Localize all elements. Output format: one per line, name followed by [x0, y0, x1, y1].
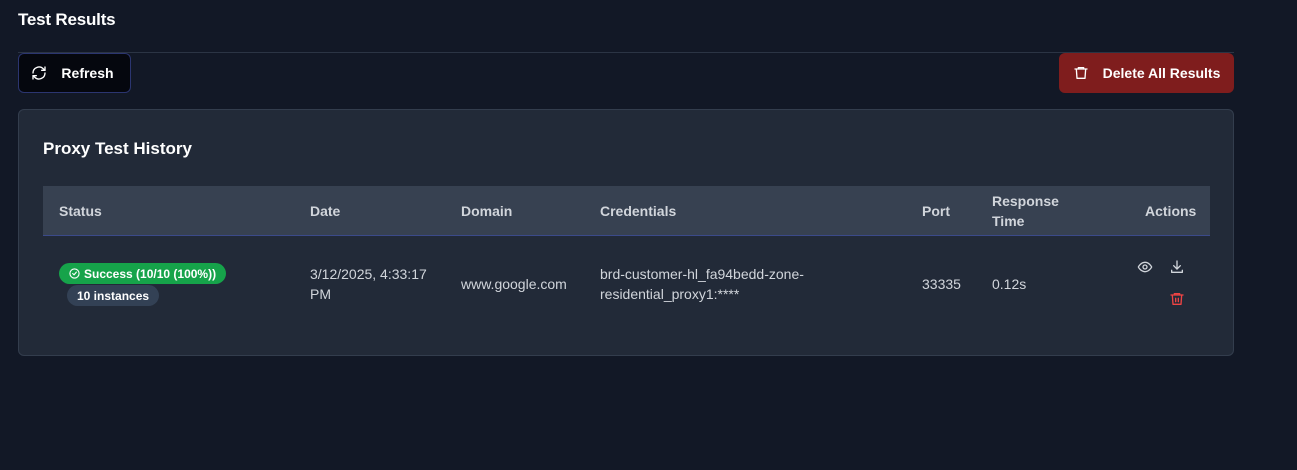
- refresh-button-label: Refresh: [61, 65, 114, 81]
- title-divider: [18, 52, 1234, 53]
- column-header-port: Port: [922, 203, 950, 219]
- refresh-icon: [31, 65, 47, 81]
- card-title: Proxy Test History: [43, 139, 192, 158]
- column-header-date: Date: [310, 203, 341, 219]
- download-icon[interactable]: [1168, 258, 1186, 276]
- domain-cell: www.google.com: [461, 276, 567, 292]
- credentials-cell: brd-customer-hl_fa94bedd-zone-residentia…: [600, 266, 804, 302]
- response-time-cell: 0.12s: [992, 276, 1027, 292]
- port-cell: 33335: [922, 276, 961, 292]
- status-badge: Success (10/10 (100%)): [59, 263, 227, 284]
- table-row: Success (10/10 (100%)) 10 instances 3/12…: [43, 236, 1210, 332]
- refresh-button[interactable]: Refresh: [18, 53, 131, 93]
- status-badge-label: Success (10/10 (100%)): [84, 266, 217, 281]
- page-title: Test Results: [18, 10, 116, 29]
- delete-all-results-button[interactable]: Delete All Results: [1059, 53, 1234, 93]
- column-header-domain: Domain: [461, 203, 513, 219]
- instances-badge: 10 instances: [67, 285, 160, 306]
- test-results-page: Test Results Refresh Delete All Results …: [0, 0, 1297, 470]
- delete-all-results-label: Delete All Results: [1102, 65, 1221, 81]
- column-header-actions: Actions: [1145, 203, 1197, 219]
- date-cell: 3/12/2025, 4:33:17 PM: [310, 266, 427, 302]
- check-circle-icon: [69, 268, 80, 279]
- column-header-credentials: Credentials: [600, 203, 677, 219]
- column-header-status: Status: [59, 203, 102, 219]
- trash-icon[interactable]: [1168, 290, 1186, 308]
- proxy-test-history-card: Proxy Test History Status Date Domain Cr…: [18, 109, 1234, 356]
- table-header: Status Date Domain Credentials Port Resp…: [43, 186, 1210, 236]
- trash-icon: [1073, 65, 1089, 81]
- column-header-response-time: Response Time: [992, 193, 1059, 229]
- history-table: Status Date Domain Credentials Port Resp…: [43, 186, 1210, 332]
- eye-icon[interactable]: [1136, 258, 1154, 276]
